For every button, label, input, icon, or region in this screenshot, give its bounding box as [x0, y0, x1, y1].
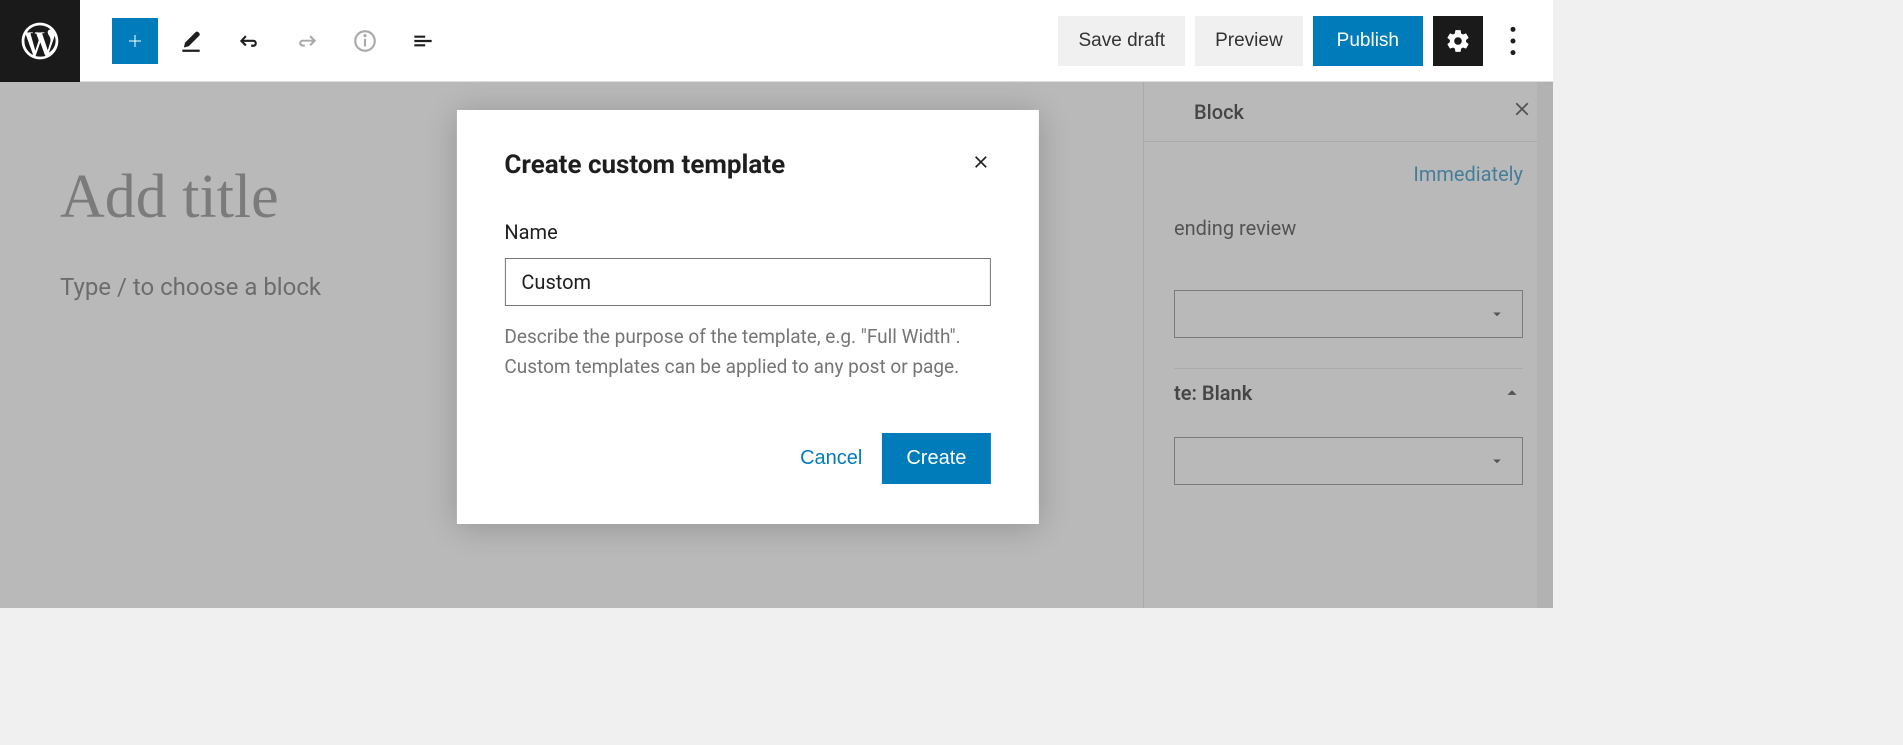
create-button[interactable]: Create — [882, 433, 990, 484]
info-button[interactable] — [340, 16, 390, 66]
modal-actions: Cancel Create — [504, 433, 990, 484]
plus-icon — [123, 29, 147, 53]
cancel-button[interactable]: Cancel — [800, 447, 862, 470]
publish-button[interactable]: Publish — [1313, 16, 1423, 66]
top-toolbar: Save draft Preview Publish — [0, 0, 1553, 82]
close-icon — [970, 152, 990, 172]
wordpress-icon — [18, 19, 62, 63]
outline-button[interactable] — [398, 16, 448, 66]
name-hint: Describe the purpose of the template, e.… — [504, 322, 990, 383]
gear-icon — [1445, 28, 1471, 54]
undo-button[interactable] — [224, 16, 274, 66]
save-draft-button[interactable]: Save draft — [1058, 16, 1185, 66]
name-input[interactable] — [504, 258, 990, 306]
edit-mode-button[interactable] — [166, 16, 216, 66]
modal-header: Create custom template — [504, 150, 990, 180]
more-options-button[interactable] — [1493, 16, 1533, 66]
add-block-button[interactable] — [112, 18, 158, 64]
settings-button[interactable] — [1433, 16, 1483, 66]
create-template-modal: Create custom template Name Describe the… — [456, 110, 1038, 524]
toolbar-right: Save draft Preview Publish — [1058, 16, 1553, 66]
redo-icon — [294, 28, 320, 54]
undo-icon — [236, 28, 262, 54]
modal-close-button[interactable] — [970, 152, 990, 178]
info-icon — [352, 28, 378, 54]
modal-title: Create custom template — [504, 150, 785, 180]
preview-button[interactable]: Preview — [1195, 16, 1303, 66]
list-icon — [410, 28, 436, 54]
pencil-icon — [178, 28, 204, 54]
wordpress-logo[interactable] — [0, 0, 80, 82]
name-label: Name — [504, 220, 990, 244]
redo-button[interactable] — [282, 16, 332, 66]
toolbar-left — [80, 16, 448, 66]
dots-vertical-icon — [1493, 21, 1533, 61]
